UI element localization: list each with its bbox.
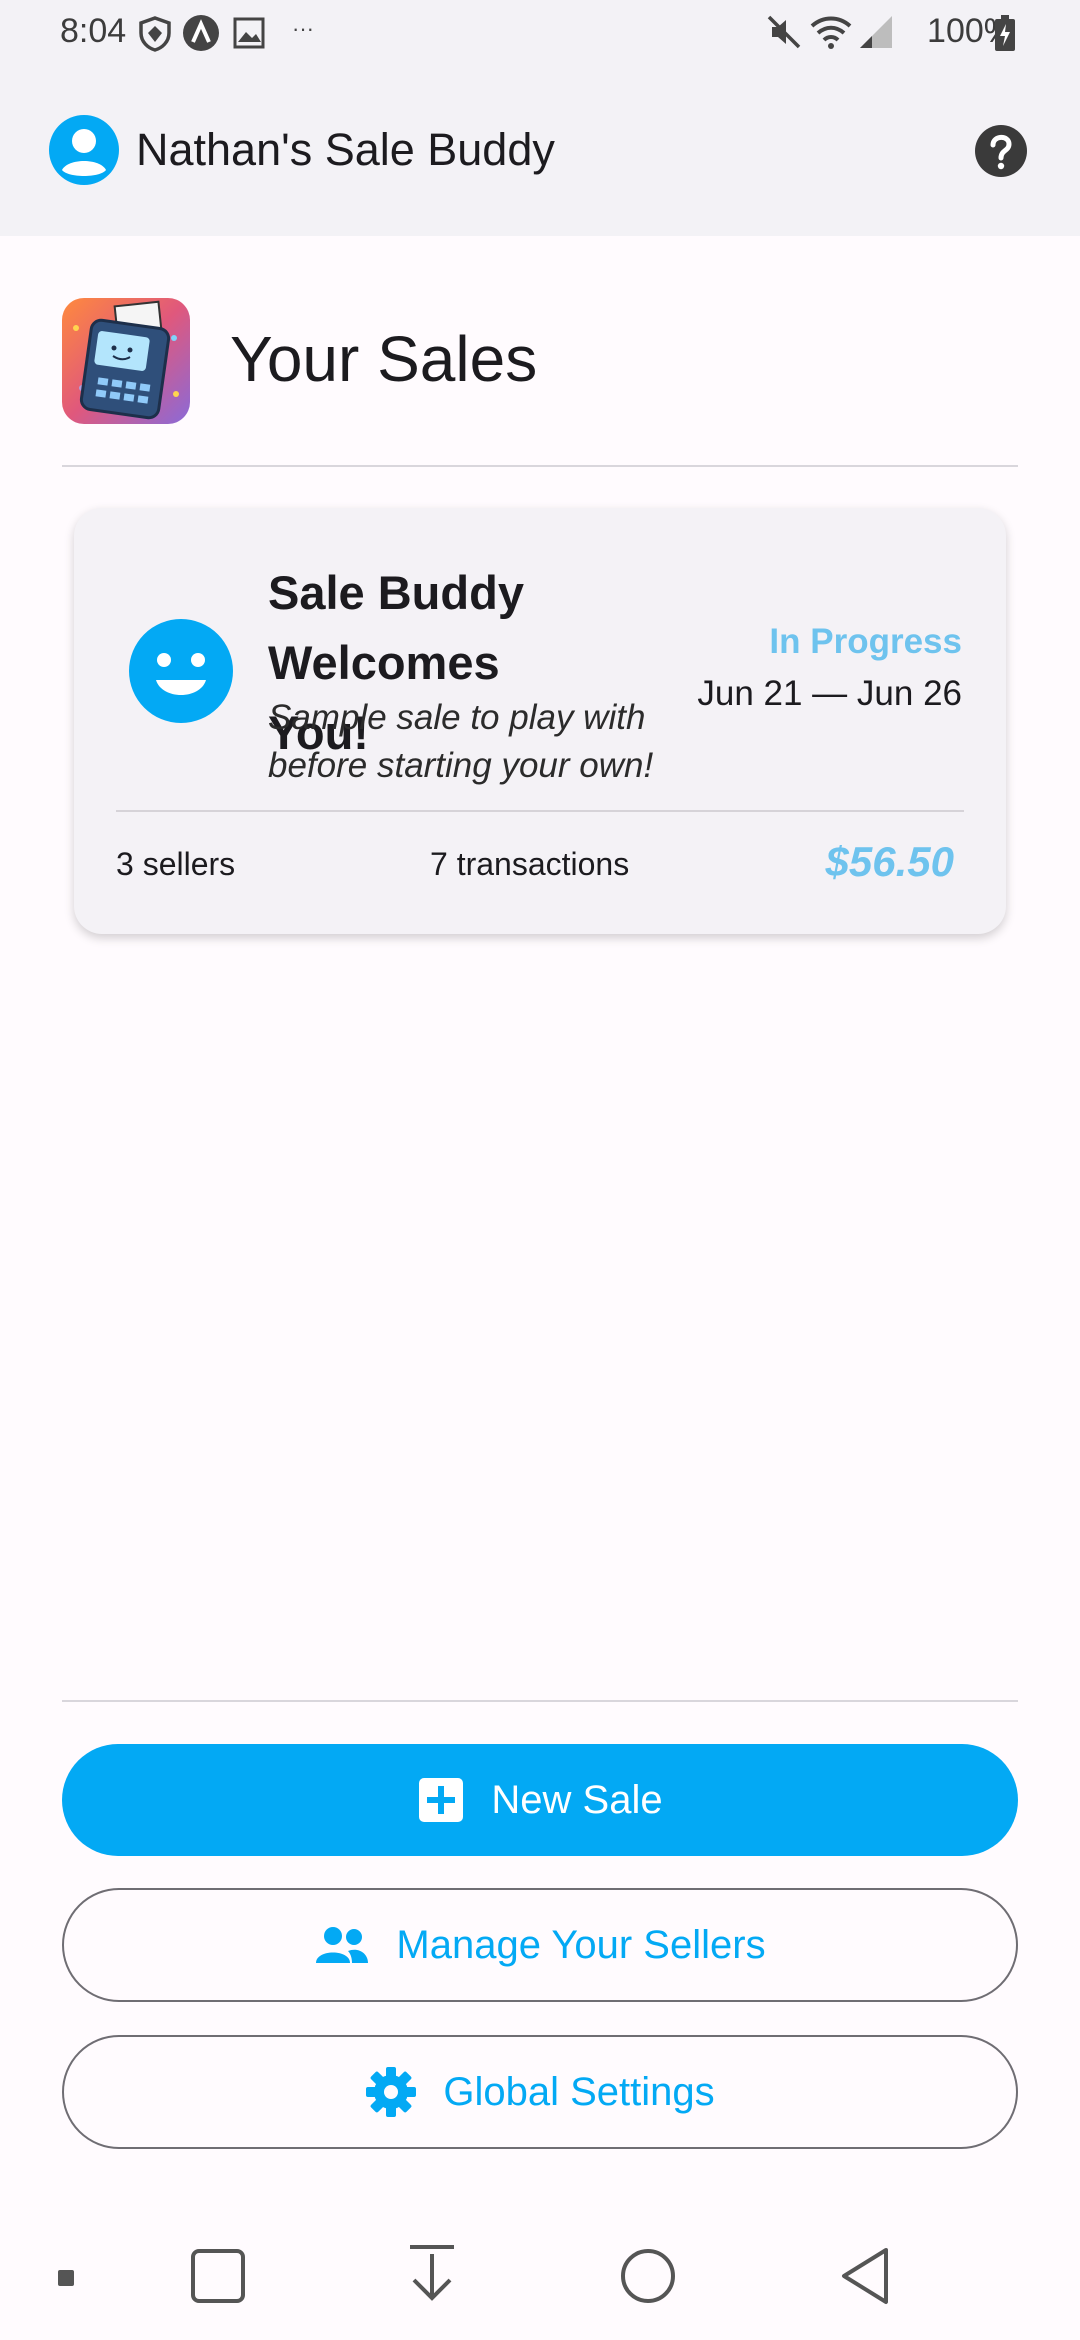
status-bar: 8:04 ··· 100% — [0, 0, 1080, 68]
back-button[interactable] — [838, 2246, 892, 2306]
sale-status: In Progress — [769, 622, 962, 661]
status-time: 8:04 — [60, 12, 127, 50]
sale-dates: Jun 21 — Jun 26 — [697, 674, 962, 713]
navigation-bar — [0, 2200, 1080, 2340]
app-bar: Nathan's Sale Buddy — [0, 68, 1080, 236]
new-sale-label: New Sale — [491, 1777, 663, 1822]
people-icon — [314, 1925, 370, 1965]
home-button[interactable] — [620, 2248, 676, 2304]
app-logo — [62, 298, 190, 424]
sale-card[interactable]: Sale Buddy Welcomes You! Sample sale to … — [74, 508, 1006, 934]
global-settings-button[interactable]: Global Settings — [62, 2035, 1018, 2149]
global-settings-label: Global Settings — [443, 2069, 715, 2114]
mute-icon — [767, 15, 801, 49]
more-dots-icon: ··· — [292, 16, 314, 41]
page-title: Your Sales — [230, 323, 538, 395]
app-a-icon — [183, 15, 219, 51]
app-title: Nathan's Sale Buddy — [136, 124, 555, 175]
add-box-icon — [417, 1776, 465, 1824]
image-icon — [233, 17, 265, 49]
sale-total: $56.50 — [825, 838, 954, 885]
account-icon[interactable] — [48, 114, 120, 186]
smiley-icon — [129, 619, 233, 723]
recents-button[interactable] — [190, 2248, 246, 2304]
gear-icon — [365, 2066, 417, 2118]
calculator-register-icon — [73, 300, 179, 420]
actions-divider — [62, 1700, 1018, 1702]
sale-subtitle: Sample sale to play with before starting… — [268, 698, 654, 785]
battery-icon — [995, 15, 1015, 51]
wifi-icon — [810, 16, 852, 49]
small-square-icon — [58, 2270, 74, 2286]
download-arrow-icon[interactable] — [406, 2244, 458, 2304]
help-icon[interactable] — [974, 124, 1028, 178]
signal-icon — [860, 16, 892, 48]
sale-sellers-count: 3 sellers — [116, 846, 236, 882]
manage-sellers-label: Manage Your Sellers — [396, 1922, 766, 1967]
sale-transactions-count: 7 transactions — [430, 846, 630, 882]
manage-sellers-button[interactable]: Manage Your Sellers — [62, 1888, 1018, 2002]
header-divider — [62, 465, 1018, 467]
shield-icon — [139, 16, 171, 52]
card-divider — [116, 810, 964, 812]
new-sale-button[interactable]: New Sale — [62, 1744, 1018, 1856]
